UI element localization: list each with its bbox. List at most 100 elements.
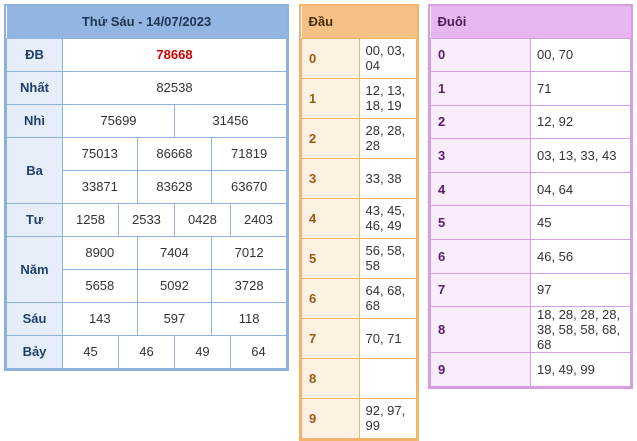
duoi-table: Đuôi 0 00, 70 1 71 2 12, 92 3 03, 13, 33, 43… — [428, 4, 633, 389]
prize-value: 63670 — [211, 169, 287, 204]
duoi-key: 5 — [430, 205, 531, 241]
prize-value: 71819 — [211, 136, 287, 171]
duoi-value: 97 — [530, 272, 631, 308]
dau-row: 4 43, 45, 46, 49 — [301, 197, 417, 239]
prize-value: 49 — [173, 334, 231, 369]
duoi-row: 9 19, 49, 99 — [430, 352, 631, 387]
prize-value: 2403 — [229, 202, 288, 237]
dau-row: 0 00, 03, 04 — [301, 37, 417, 79]
duoi-value: 00, 70 — [530, 37, 631, 73]
prize-value: 143 — [62, 301, 138, 336]
prize-value: 3728 — [211, 268, 287, 303]
prize-value: 86668 — [136, 136, 213, 171]
duoi-value: 71 — [530, 71, 631, 106]
duoi-row: 4 04, 64 — [430, 171, 631, 207]
dau-key: 0 — [301, 37, 360, 79]
dau-value: 00, 03, 04 — [358, 37, 417, 79]
row-ba-1: Ba 75013 86668 71819 — [6, 136, 287, 204]
duoi-row: 5 45 — [430, 205, 631, 241]
row-tu: Tư 1258 2533 0428 2403 — [6, 202, 288, 237]
prize-value: 33871 — [62, 169, 138, 204]
duoi-row: 3 03, 13, 33, 43 — [430, 138, 631, 173]
prize-value: 7012 — [211, 235, 287, 270]
dau-value: 28, 28, 28 — [358, 117, 417, 159]
label-db: ĐB — [6, 37, 63, 72]
duoi-value: 04, 64 — [530, 171, 631, 207]
results-table: Thứ Sáu - 14/07/2023 ĐB 78668 Nhất 82538… — [4, 4, 289, 371]
dau-value: 33, 38 — [358, 157, 417, 199]
prize-value: 2533 — [117, 202, 175, 237]
dau-value: 12, 13, 18, 19 — [358, 77, 417, 119]
duoi-header: Đuôi — [430, 6, 631, 38]
dau-row: 2 28, 28, 28 — [301, 117, 417, 159]
row-nam-1: Năm 8900 7404 7012 — [6, 235, 287, 303]
prize-value: 83628 — [136, 169, 213, 204]
duoi-key: 1 — [430, 71, 531, 106]
dau-key: 1 — [301, 77, 360, 119]
row-nhat: Nhất 82538 — [6, 70, 287, 105]
prize-value: 82538 — [62, 70, 287, 105]
duoi-key: 0 — [430, 37, 531, 73]
prize-value: 8900 — [62, 235, 138, 270]
dau-key: 7 — [301, 317, 360, 359]
prize-value: 1258 — [62, 202, 119, 237]
dau-row: 8 — [301, 357, 417, 399]
prize-db-value: 78668 — [62, 37, 287, 72]
dau-row: 5 56, 58, 58 — [301, 237, 417, 279]
prize-value: 118 — [211, 301, 287, 336]
duoi-value: 03, 13, 33, 43 — [530, 138, 631, 173]
duoi-value: 12, 92 — [530, 104, 631, 140]
duoi-value: 45 — [530, 205, 631, 241]
label-ba: Ba — [6, 136, 63, 204]
dau-header: Đầu — [301, 6, 417, 38]
prize-value: 7404 — [136, 235, 213, 270]
dau-value — [358, 357, 417, 399]
duoi-key: 2 — [430, 104, 531, 140]
duoi-value: 19, 49, 99 — [530, 352, 631, 387]
label-nhi: Nhì — [6, 103, 63, 138]
prize-value: 45 — [62, 334, 119, 369]
duoi-row: 8 18, 28, 28, 28, 38, 58, 58, 68, 68 — [430, 306, 631, 354]
prize-value: 64 — [229, 334, 288, 369]
duoi-key: 4 — [430, 171, 531, 207]
dau-row: 9 92, 97, 99 — [301, 397, 417, 439]
duoi-row: 6 46, 56 — [430, 239, 631, 274]
label-bay: Bảy — [6, 334, 63, 369]
dau-key: 3 — [301, 157, 360, 199]
prize-value: 5092 — [136, 268, 213, 303]
prize-value: 75699 — [62, 103, 175, 138]
dau-key: 9 — [301, 397, 360, 439]
duoi-key: 9 — [430, 352, 531, 387]
label-nam: Năm — [6, 235, 63, 303]
dau-row: 1 12, 13, 18, 19 — [301, 77, 417, 119]
dau-key: 8 — [301, 357, 360, 399]
dau-value: 43, 45, 46, 49 — [358, 197, 417, 239]
prize-value: 31456 — [173, 103, 288, 138]
results-header: Thứ Sáu - 14/07/2023 — [6, 6, 287, 38]
row-db: ĐB 78668 — [6, 37, 287, 72]
duoi-key: 8 — [430, 306, 531, 354]
dau-key: 4 — [301, 197, 360, 239]
dau-key: 2 — [301, 117, 360, 159]
dau-row: 6 64, 68, 68 — [301, 277, 417, 319]
duoi-row: 2 12, 92 — [430, 104, 631, 140]
dau-key: 6 — [301, 277, 360, 319]
prize-value: 46 — [117, 334, 175, 369]
duoi-key: 3 — [430, 138, 531, 173]
label-sau: Sáu — [6, 301, 63, 336]
duoi-row: 7 97 — [430, 272, 631, 308]
dau-row: 3 33, 38 — [301, 157, 417, 199]
row-sau: Sáu 143 597 118 — [6, 301, 287, 336]
duoi-key: 6 — [430, 239, 531, 274]
row-nhi: Nhì 75699 31456 — [6, 103, 288, 138]
prize-value: 0428 — [173, 202, 231, 237]
duoi-key: 7 — [430, 272, 531, 308]
prize-value: 75013 — [62, 136, 138, 171]
label-tu: Tư — [6, 202, 63, 237]
dau-key: 5 — [301, 237, 360, 279]
dau-value: 64, 68, 68 — [358, 277, 417, 319]
dau-table: Đầu 0 00, 03, 04 1 12, 13, 18, 19 2 28, 28,… — [299, 4, 419, 441]
label-nhat: Nhất — [6, 70, 63, 105]
dau-value: 92, 97, 99 — [358, 397, 417, 439]
duoi-value: 18, 28, 28, 28, 38, 58, 58, 68, 68 — [530, 306, 631, 354]
